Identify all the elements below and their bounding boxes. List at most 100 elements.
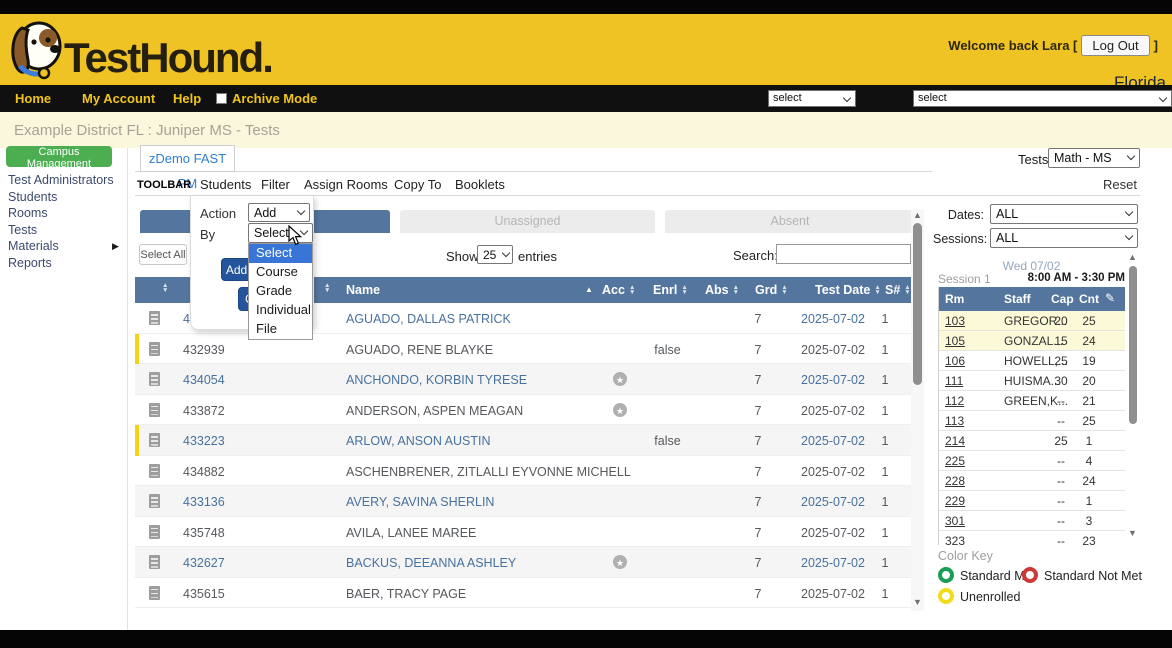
nav-select-2[interactable]: select xyxy=(913,90,1172,107)
campus-management-button[interactable]: Campus Management xyxy=(6,146,112,170)
search-input[interactable] xyxy=(776,244,911,264)
logout-button[interactable]: Log Out xyxy=(1081,35,1150,56)
column-header-grd[interactable]: Grd xyxy=(755,283,788,297)
student-name-link[interactable]: AGUADO, RENE BLAYKE xyxy=(346,343,493,357)
sidebar-item-reports[interactable]: Reports xyxy=(8,256,52,270)
status-tab-unassigned[interactable]: Unassigned xyxy=(400,210,655,233)
sidebar-item-students[interactable]: Students xyxy=(8,190,57,204)
room-row[interactable]: 113 -- 25 xyxy=(939,411,1125,431)
student-document-icon[interactable] xyxy=(149,372,160,386)
action-select[interactable]: Add xyxy=(248,203,310,222)
option-file[interactable]: File xyxy=(249,320,312,339)
room-row[interactable]: 111 HUISMA... 30 20 xyxy=(939,371,1125,391)
table-row[interactable]: 432627 BACKUS, DEEANNA ASHLEY 7 2025-07-… xyxy=(135,547,912,578)
column-header-enrl[interactable]: Enrl xyxy=(653,283,688,297)
show-entries-select[interactable]: 25 xyxy=(477,245,513,264)
room-link[interactable]: 113 xyxy=(945,414,964,428)
option-individual[interactable]: Individual xyxy=(249,301,312,320)
student-name-link[interactable]: ARLOW, ANSON AUSTIN xyxy=(346,434,490,448)
student-document-icon[interactable] xyxy=(149,524,160,539)
room-row[interactable]: 214 25 1 xyxy=(939,431,1125,451)
room-link[interactable]: 112 xyxy=(945,394,964,408)
student-name-link[interactable]: ANCHONDO, KORBIN TYRESE xyxy=(346,373,527,387)
test-tab-zdemo-fast-pm[interactable]: zDemo FAST PM xyxy=(140,145,235,191)
room-link[interactable]: 301 xyxy=(945,514,965,528)
table-row[interactable]: 433223 ARLOW, ANSON AUSTIN false 7 2025-… xyxy=(135,425,912,456)
column-header-test-date[interactable]: Test Date xyxy=(815,283,881,297)
room-link[interactable]: 323 xyxy=(945,534,965,545)
student-document-icon[interactable] xyxy=(149,402,160,417)
room-link[interactable]: 229 xyxy=(945,494,965,508)
option-course[interactable]: Course xyxy=(249,263,312,282)
toolbar-item-filter[interactable]: Filter xyxy=(261,177,290,192)
room-link[interactable]: 111 xyxy=(945,374,963,388)
room-row[interactable]: 301 -- 3 xyxy=(939,511,1125,531)
student-document-icon[interactable] xyxy=(149,341,160,356)
sidebar-item-test-administrators[interactable]: Test Administrators xyxy=(8,173,114,187)
room-link[interactable]: 228 xyxy=(945,474,965,488)
scroll-down-icon[interactable]: ▼ xyxy=(913,597,922,607)
room-link[interactable]: 105 xyxy=(945,334,965,348)
student-name-link[interactable]: BACKUS, DEEANNA ASHLEY xyxy=(346,556,516,570)
room-row[interactable]: 228 -- 24 xyxy=(939,471,1125,491)
table-row[interactable]: 434882 ASCHENBRENER, ZITLALLI EYVONNE MI… xyxy=(135,455,912,486)
rooms-scrollbar-thumb[interactable] xyxy=(1129,266,1137,424)
student-document-icon[interactable] xyxy=(149,463,160,478)
select-all-button[interactable]: Select All xyxy=(139,244,187,265)
by-select[interactable]: Select xyxy=(248,223,313,243)
column-header-abs[interactable]: Abs xyxy=(705,283,739,297)
student-document-icon[interactable] xyxy=(149,555,160,569)
room-link[interactable]: 106 xyxy=(945,354,965,368)
option-select[interactable]: Select xyxy=(249,244,312,263)
room-row[interactable]: 106 HOWELL,... 25 19 xyxy=(939,351,1125,371)
scroll-up-icon[interactable]: ▲ xyxy=(1128,252,1137,262)
table-row[interactable]: 433136 AVERY, SAVINA SHERLIN 7 2025-07-0… xyxy=(135,486,912,517)
student-name-link[interactable]: AVILA, LANEE MAREE xyxy=(346,526,476,540)
student-name-link[interactable]: AVERY, SAVINA SHERLIN xyxy=(346,495,494,509)
room-row[interactable]: 225 -- 4 xyxy=(939,451,1125,471)
nav-item-home[interactable]: Home xyxy=(15,91,51,106)
students-scrollbar-thumb[interactable] xyxy=(913,223,922,385)
archive-mode-checkbox[interactable] xyxy=(216,93,227,104)
student-name-link[interactable]: ASCHENBRENER, ZITLALLI EYVONNE MICHELL xyxy=(346,465,631,479)
student-document-icon[interactable] xyxy=(149,433,160,447)
option-grade[interactable]: Grade xyxy=(249,282,312,301)
student-document-icon[interactable] xyxy=(149,311,160,325)
reset-link[interactable]: Reset xyxy=(1103,177,1137,192)
sort-id-column[interactable] xyxy=(162,283,168,293)
room-row[interactable]: 103 GREGOR... 20 25 xyxy=(939,311,1125,331)
sidebar-item-materials[interactable]: Materials xyxy=(8,239,59,253)
column-header-name[interactable]: Name xyxy=(346,283,380,297)
column-header-session-number[interactable]: S# xyxy=(885,283,911,297)
sort-hidden-column[interactable] xyxy=(324,283,330,293)
student-name-link[interactable]: ANDERSON, ASPEN MEAGAN xyxy=(346,404,523,418)
table-row[interactable]: 434054 ANCHONDO, KORBIN TYRESE 7 2025-07… xyxy=(135,364,912,395)
tests-select[interactable]: Math - MS xyxy=(1048,148,1140,168)
nav-item-help[interactable]: Help xyxy=(173,91,201,106)
toolbar-item-booklets[interactable]: Booklets xyxy=(455,177,505,192)
dates-select[interactable]: ALL xyxy=(990,204,1138,224)
status-tab-absent[interactable]: Absent xyxy=(665,210,915,233)
room-link[interactable]: 103 xyxy=(945,314,965,328)
student-document-icon[interactable] xyxy=(149,585,160,600)
scroll-up-icon[interactable]: ▲ xyxy=(913,210,922,220)
toolbar-item-students[interactable]: Students xyxy=(200,177,251,192)
room-row[interactable]: 323 -- 23 xyxy=(939,531,1125,545)
table-row[interactable]: 433872 ANDERSON, ASPEN MEAGAN 7 2025-07-… xyxy=(135,394,912,425)
room-link[interactable]: 214 xyxy=(945,434,965,448)
room-row[interactable]: 105 GONZAL... 15 24 xyxy=(939,331,1125,351)
table-row[interactable]: 435615 BAER, TRACY PAGE 7 2025-07-02 1 xyxy=(135,577,912,608)
student-name-link[interactable]: BAER, TRACY PAGE xyxy=(346,587,466,601)
sessions-select[interactable]: ALL xyxy=(990,228,1138,248)
nav-item-my-account[interactable]: My Account xyxy=(82,91,155,106)
nav-select-1[interactable]: select xyxy=(768,90,856,107)
toolbar-item-copy-to[interactable]: Copy To xyxy=(394,177,441,192)
room-row[interactable]: 229 -- 1 xyxy=(939,491,1125,511)
toolbar-item-assign-rooms[interactable]: Assign Rooms xyxy=(304,177,388,192)
student-document-icon[interactable] xyxy=(149,494,160,508)
column-header-acc[interactable]: Acc xyxy=(602,283,635,297)
room-row[interactable]: 112 GREEN,K... -- 21 xyxy=(939,391,1125,411)
student-name-link[interactable]: AGUADO, DALLAS PATRICK xyxy=(346,312,511,326)
table-row[interactable]: 435748 AVILA, LANEE MAREE 7 2025-07-02 1 xyxy=(135,516,912,547)
sidebar-item-rooms[interactable]: Rooms xyxy=(8,206,48,220)
